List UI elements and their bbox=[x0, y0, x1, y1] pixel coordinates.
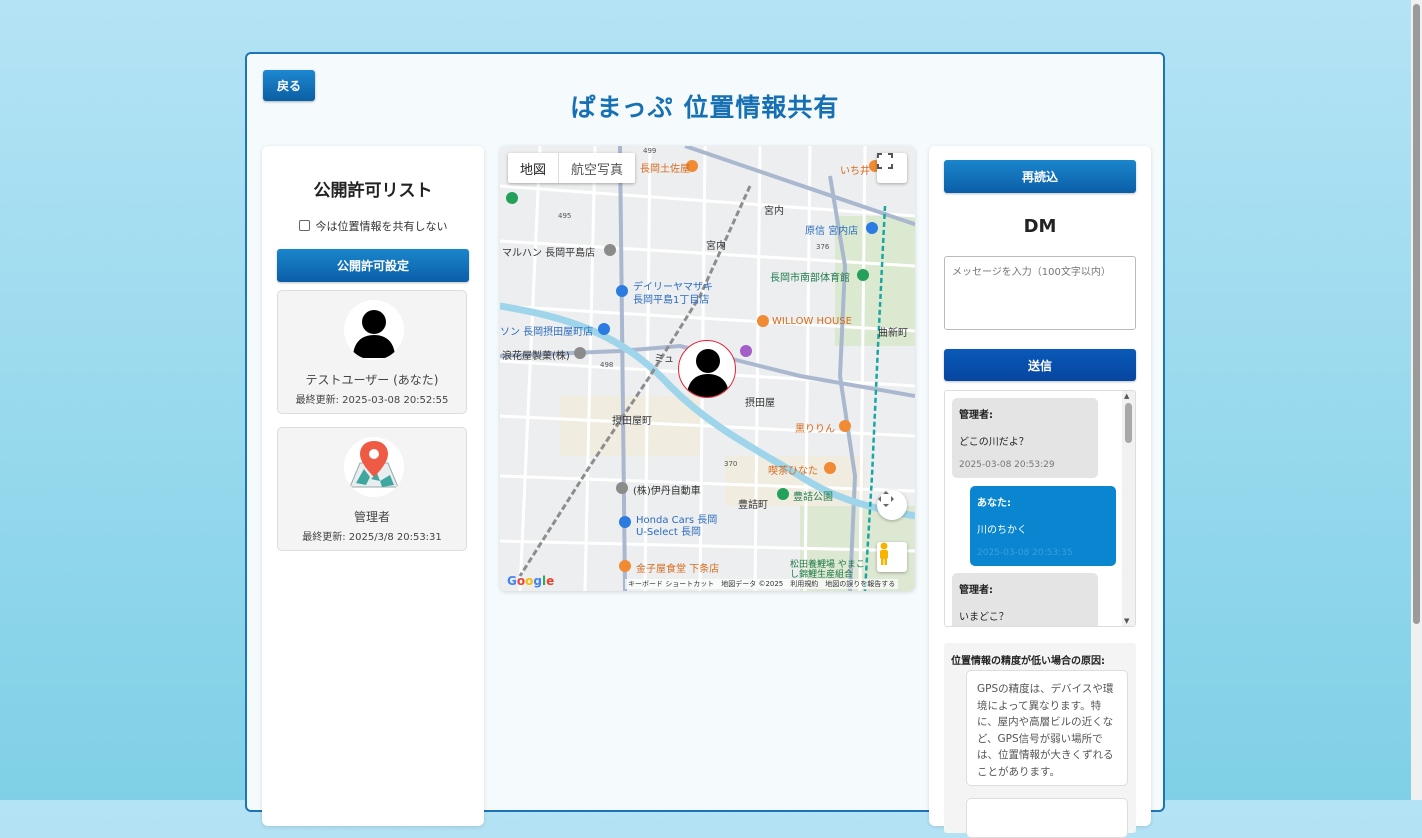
route-number: 376 bbox=[816, 243, 830, 251]
map-attribution[interactable]: キーボード ショートカット 地図データ ©2025 利用規約 地図の誤りを報告す… bbox=[625, 579, 899, 589]
chat-message: 管理者: どこの川だよ？ 2025-03-08 20:53:29 bbox=[952, 398, 1098, 478]
chat-text: どこの川だよ？ bbox=[959, 437, 1029, 448]
map-label: 喫茶ひなた bbox=[768, 466, 818, 477]
user-card-admin[interactable]: 管理者 最終更新: 2025/3/8 20:53:31 bbox=[277, 427, 467, 551]
chat-message: あなた: 川のちかく 2025-03-08 20:53:35 bbox=[970, 486, 1116, 566]
dm-panel: 再読込 DM 送信 管理者: どこの川だよ？ 2025-03-08 20:53:… bbox=[929, 146, 1151, 838]
permission-list-panel: 公開許可リスト 今は位置情報を共有しない 公開許可設定 テストユーザー (あなた… bbox=[262, 146, 484, 826]
map-label: ミュ bbox=[654, 354, 674, 365]
map-label: 浪花屋製菓(株) bbox=[502, 351, 570, 362]
route-number: 495 bbox=[558, 212, 572, 220]
chat-sender: 管理者: bbox=[959, 585, 993, 596]
map-label: 豊詰町 bbox=[738, 500, 768, 511]
map-label: 豊詰公園 bbox=[793, 492, 833, 503]
message-input[interactable] bbox=[944, 256, 1136, 330]
map-type-satellite-tab[interactable]: 航空写真 bbox=[559, 153, 635, 183]
chat-text: 川のちかく bbox=[977, 525, 1027, 536]
chat-time: 2025-03-08 20:53:35 bbox=[977, 548, 1073, 558]
send-button[interactable]: 送信 bbox=[944, 349, 1136, 381]
map-label: 長岡土佐屋 bbox=[640, 164, 690, 175]
route-number: 499 bbox=[643, 147, 657, 155]
share-checkbox[interactable] bbox=[298, 220, 310, 231]
map-label: WILLOW HOUSE bbox=[772, 316, 852, 327]
map-label: 原信 宮内店 bbox=[805, 226, 859, 237]
map-label: (株)伊丹自動車 bbox=[633, 486, 701, 497]
chat-log[interactable]: 管理者: どこの川だよ？ 2025-03-08 20:53:29 あなた: 川の… bbox=[944, 390, 1136, 627]
permission-list-title: 公開許可リスト bbox=[313, 181, 433, 201]
map-label: いち井 bbox=[840, 166, 870, 177]
map-label: 宮内 bbox=[706, 241, 726, 252]
map-label: 摂田屋 bbox=[745, 398, 775, 409]
share-toggle[interactable]: 今は位置情報を共有しない bbox=[262, 218, 484, 234]
chat-message: 管理者: いまどこ？ bbox=[952, 573, 1098, 626]
map-label: 金子屋食堂 下条店 bbox=[636, 564, 720, 575]
chat-scroll-thumb[interactable] bbox=[1125, 403, 1132, 443]
accuracy-info: 位置情報の精度が低い場合の原因: GPSの精度は、デバイスや環境によって異なりま… bbox=[944, 643, 1136, 838]
map-label: 長岡平島1丁目店 bbox=[633, 295, 710, 306]
pan-control-icon[interactable] bbox=[877, 490, 907, 520]
user-card-self[interactable]: テストユーザー (あなた) 最終更新: 2025-03-08 20:52:55 bbox=[277, 290, 467, 414]
google-logo: Google bbox=[507, 574, 555, 588]
scroll-up-icon[interactable]: ▲ bbox=[1124, 392, 1129, 400]
map-label: U-Select 長岡 bbox=[636, 527, 701, 538]
map-label: 宮内 bbox=[764, 206, 784, 217]
accuracy-box-more bbox=[966, 798, 1128, 838]
person-silhouette-icon bbox=[344, 300, 404, 360]
scroll-down-icon[interactable]: ▼ bbox=[1124, 617, 1129, 625]
chat-sender: 管理者: bbox=[959, 410, 993, 421]
chat-time: 2025-03-08 20:53:29 bbox=[959, 460, 1055, 470]
map-label: 摂田屋町 bbox=[612, 416, 652, 427]
accuracy-text: GPSの精度は、デバイスや環境によって異なります。特に、屋内や高層ビルの近くなど… bbox=[966, 670, 1128, 786]
share-checkbox-label: 今は位置情報を共有しない bbox=[315, 220, 448, 233]
main-frame: 戻る ぱまっぷ 位置情報共有 公開許可リスト 今は位置情報を共有しない 公開許可… bbox=[245, 52, 1165, 838]
dm-title: DM bbox=[1023, 216, 1057, 237]
user-location-marker[interactable] bbox=[678, 340, 736, 398]
map-label: マルハン 長岡平島店 bbox=[502, 248, 596, 259]
window-scroll-thumb[interactable] bbox=[1413, 4, 1420, 624]
map-label: 松田養鯉場 やまこし錦鯉生産組合 bbox=[790, 560, 865, 580]
user-name: 管理者 bbox=[353, 510, 390, 524]
street-view-pegman-icon[interactable] bbox=[877, 542, 907, 572]
route-number: 498 bbox=[600, 361, 614, 369]
map-label: 曲新町 bbox=[878, 328, 908, 339]
reload-button[interactable]: 再読込 bbox=[944, 160, 1136, 193]
chat-scrollbar[interactable]: ▲ ▼ bbox=[1122, 391, 1135, 626]
chat-sender: あなた: bbox=[977, 498, 1011, 509]
map-pin-icon bbox=[344, 437, 404, 497]
map-label: 黒りりん bbox=[795, 424, 835, 435]
accuracy-heading: 位置情報の精度が低い場合の原因: bbox=[951, 656, 1105, 667]
user-updated: 最終更新: 2025-03-08 20:52:55 bbox=[295, 395, 449, 406]
map-view[interactable]: 地図 航空写真 長岡土佐屋 いち井 宮内 原信 宮内店 マルハン 長岡平島店 宮… bbox=[500, 146, 915, 591]
page-title: ぱまっぷ 位置情報共有 bbox=[570, 93, 840, 122]
map-label: ソン 長岡摂田屋町店 bbox=[500, 327, 594, 338]
map-type-map-tab[interactable]: 地図 bbox=[508, 153, 560, 183]
window-scrollbar[interactable] bbox=[1411, 0, 1422, 800]
user-updated: 最終更新: 2025/3/8 20:53:31 bbox=[302, 532, 442, 543]
person-silhouette-icon bbox=[687, 349, 729, 397]
route-number: 370 bbox=[724, 460, 738, 468]
map-type-switch: 地図 航空写真 bbox=[508, 153, 636, 183]
map-label: 長岡市南部体育館 bbox=[770, 273, 850, 284]
fullscreen-icon[interactable] bbox=[877, 153, 907, 183]
user-name: テストユーザー (あなた) bbox=[305, 373, 439, 387]
permission-settings-button[interactable]: 公開許可設定 bbox=[277, 249, 469, 282]
chat-text: いまどこ？ bbox=[959, 612, 1009, 623]
